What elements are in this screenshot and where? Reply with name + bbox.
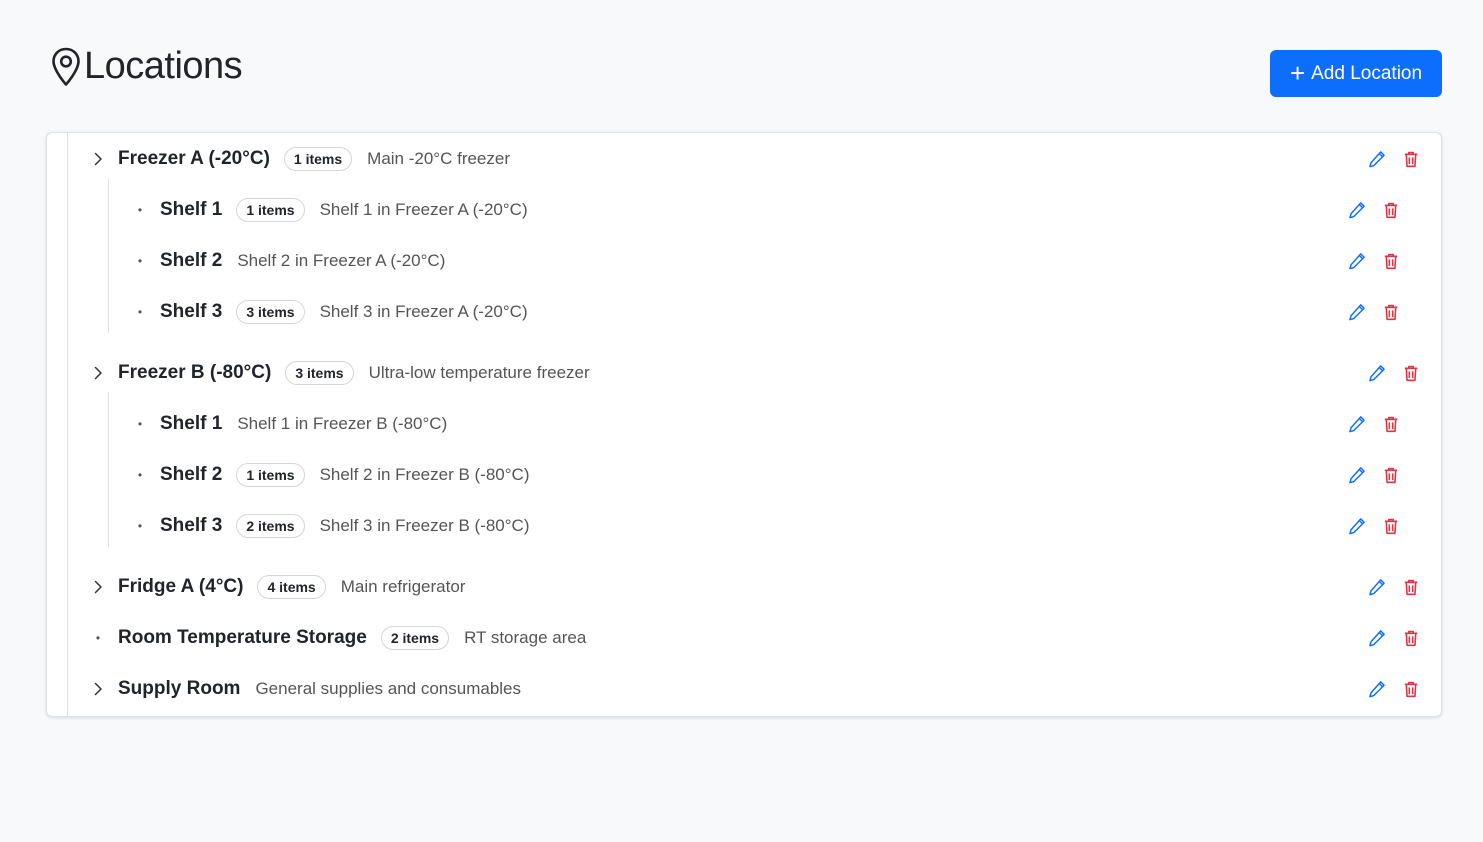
edit-pencil-icon[interactable] xyxy=(1347,251,1367,271)
location-name: Supply Room xyxy=(118,678,241,699)
location-name: Shelf 1 xyxy=(160,199,223,220)
location-name: Freezer B (-80°C) xyxy=(118,362,272,383)
add-location-button[interactable]: + Add Location xyxy=(1270,50,1442,97)
chevron-right-icon[interactable] xyxy=(91,152,105,166)
delete-trash-icon[interactable] xyxy=(1381,302,1401,322)
location-name: Shelf 2 xyxy=(160,464,223,485)
delete-trash-icon[interactable] xyxy=(1381,200,1401,220)
edit-pencil-icon[interactable] xyxy=(1347,465,1367,485)
map-pin-icon xyxy=(52,47,80,86)
location-name: Shelf 3 xyxy=(160,301,223,322)
location-name: Room Temperature Storage xyxy=(118,627,367,648)
location-child-row[interactable]: • Shelf 3 2 items Shelf 3 in Freezer B (-80… xyxy=(47,506,1441,546)
bullet-icon: • xyxy=(137,305,143,319)
location-name: Shelf 2 xyxy=(160,250,223,271)
page-header: Locations xyxy=(50,45,243,88)
location-description: Shelf 2 in Freezer B (-80°C) xyxy=(319,465,530,484)
row-actions xyxy=(1367,628,1421,648)
item-count-badge: 2 items xyxy=(236,514,305,538)
edit-pencil-icon[interactable] xyxy=(1347,302,1367,322)
chevron-right-icon[interactable] xyxy=(91,366,105,380)
row-actions xyxy=(1367,679,1421,699)
item-count-badge: 3 items xyxy=(285,361,354,385)
edit-pencil-icon[interactable] xyxy=(1367,577,1387,597)
group-rail xyxy=(108,178,109,333)
edit-pencil-icon[interactable] xyxy=(1367,149,1387,169)
location-description: Ultra-low temperature freezer xyxy=(368,363,590,382)
edit-pencil-icon[interactable] xyxy=(1367,679,1387,699)
location-child-row[interactable]: • Shelf 3 3 items Shelf 3 in Freezer A (-20… xyxy=(47,292,1441,332)
location-description: Main -20°C freezer xyxy=(367,149,511,168)
locations-tree: Freezer A (-20°C) 1 items Main -20°C freez… xyxy=(46,132,1442,717)
page-title: Locations xyxy=(84,45,243,87)
edit-pencil-icon[interactable] xyxy=(1347,200,1367,220)
location-name: Freezer A (-20°C) xyxy=(118,148,270,169)
location-child-row[interactable]: • Shelf 1 Shelf 1 in Freezer B (-80°C) xyxy=(47,404,1441,444)
row-actions xyxy=(1347,516,1401,536)
bullet-icon: • xyxy=(137,417,143,431)
location-description: Shelf 1 in Freezer A (-20°C) xyxy=(319,200,528,219)
location-description: Shelf 3 in Freezer B (-80°C) xyxy=(319,516,530,535)
location-description: Shelf 2 in Freezer A (-20°C) xyxy=(237,251,446,270)
bullet-icon: • xyxy=(137,203,143,217)
delete-trash-icon[interactable] xyxy=(1401,363,1421,383)
location-description: General supplies and consumables xyxy=(255,679,522,698)
delete-trash-icon[interactable] xyxy=(1401,149,1421,169)
bullet-icon: • xyxy=(137,254,143,268)
location-name: Shelf 1 xyxy=(160,413,223,434)
location-description: Main refrigerator xyxy=(340,577,466,596)
bullet-icon: • xyxy=(137,519,143,533)
edit-pencil-icon[interactable] xyxy=(1347,414,1367,434)
location-child-row[interactable]: • Shelf 2 1 items Shelf 2 in Freezer B (-80… xyxy=(47,455,1441,495)
item-count-badge: 2 items xyxy=(380,626,450,650)
delete-trash-icon[interactable] xyxy=(1401,679,1421,699)
edit-pencil-icon[interactable] xyxy=(1367,628,1387,648)
bullet-icon: • xyxy=(95,631,101,645)
row-actions xyxy=(1347,200,1401,220)
item-count-badge: 4 items xyxy=(257,575,326,599)
group-rail xyxy=(108,392,109,547)
delete-trash-icon[interactable] xyxy=(1381,516,1401,536)
location-row[interactable]: Fridge A (4°C) 4 items Main refrigerator xyxy=(47,567,1441,607)
edit-pencil-icon[interactable] xyxy=(1347,516,1367,536)
location-row[interactable]: • Room Temperature Storage 2 items RT stora… xyxy=(47,618,1441,658)
delete-trash-icon[interactable] xyxy=(1401,577,1421,597)
item-count-badge: 1 items xyxy=(236,463,305,487)
chevron-right-icon[interactable] xyxy=(91,682,105,696)
location-child-row[interactable]: • Shelf 2 Shelf 2 in Freezer A (-20°C) xyxy=(47,241,1441,281)
row-actions xyxy=(1367,149,1421,169)
location-row[interactable]: Freezer A (-20°C) 1 items Main -20°C freez… xyxy=(47,139,1441,179)
add-location-label: Add Location xyxy=(1311,62,1423,84)
location-description: RT storage area xyxy=(464,628,587,647)
row-actions xyxy=(1347,302,1401,322)
location-name: Fridge A (4°C) xyxy=(118,576,244,597)
location-description: Shelf 1 in Freezer B (-80°C) xyxy=(237,414,448,433)
location-child-row[interactable]: • Shelf 1 1 items Shelf 1 in Freezer A (-20… xyxy=(47,190,1441,230)
row-actions xyxy=(1347,465,1401,485)
row-actions xyxy=(1347,251,1401,271)
location-name: Shelf 3 xyxy=(160,515,223,536)
chevron-right-icon[interactable] xyxy=(91,580,105,594)
row-actions xyxy=(1367,363,1421,383)
delete-trash-icon[interactable] xyxy=(1401,628,1421,648)
edit-pencil-icon[interactable] xyxy=(1367,363,1387,383)
delete-trash-icon[interactable] xyxy=(1381,414,1401,434)
item-count-badge: 3 items xyxy=(236,300,305,324)
bullet-icon: • xyxy=(137,468,143,482)
location-description: Shelf 3 in Freezer A (-20°C) xyxy=(319,302,528,321)
item-count-badge: 1 items xyxy=(236,198,305,222)
plus-icon: + xyxy=(1289,57,1306,88)
location-row[interactable]: Supply Room General supplies and consumab… xyxy=(47,669,1441,709)
delete-trash-icon[interactable] xyxy=(1381,465,1401,485)
item-count-badge: 1 items xyxy=(283,147,353,171)
location-row[interactable]: Freezer B (-80°C) 3 items Ultra-low temper… xyxy=(47,353,1441,393)
row-actions xyxy=(1347,414,1401,434)
delete-trash-icon[interactable] xyxy=(1381,251,1401,271)
row-actions xyxy=(1367,577,1421,597)
